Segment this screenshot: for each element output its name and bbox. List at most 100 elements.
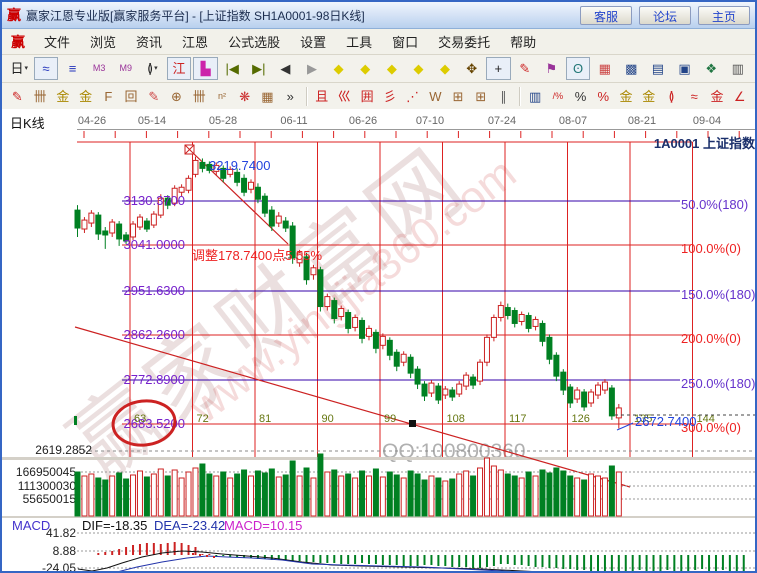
first-page-glyph: |◀ (225, 62, 238, 75)
angle-j-icon[interactable]: ∠ (729, 85, 750, 108)
print-icon[interactable]: ▥ (725, 57, 750, 80)
notes-icon[interactable]: ▤ (646, 57, 671, 80)
candle-body (436, 386, 441, 400)
next-page-icon[interactable]: ▶ (300, 57, 325, 80)
gann-fan-glyph: 巛 (338, 90, 351, 103)
volume-bar (394, 475, 399, 516)
wave-a-icon[interactable]: ≈ (684, 85, 705, 108)
gold-red-icon[interactable]: 金 (707, 85, 728, 108)
toolbar-main: 日▾≈≡M3M9≬▾江▙|◀▶|◀▶◆◆◆◆◆✥+✎⚑ʘ▦▩▤▣❖▥ (2, 55, 755, 83)
parallel-channel-icon[interactable]: ∥ (493, 85, 514, 108)
candle-style-icon[interactable]: ≬▾ (140, 57, 165, 80)
period-label: 日K线 (10, 116, 45, 131)
toolbar-drawing: ✎卌金金F回✎⊕卌n²❋▦»且巛囲彡⋰W⊞⊞∥▥/%%%金金≬≈金∠ (2, 83, 755, 111)
draw-pen-icon[interactable]: ✎ (513, 57, 538, 80)
red-pencil-icon[interactable]: ✎ (143, 85, 164, 108)
trend-indicator-icon[interactable]: ≈ (34, 57, 59, 80)
color-analysis-icon[interactable]: ▙ (193, 57, 218, 80)
kline-period-icon[interactable]: 日▾ (7, 57, 32, 80)
grid-comb-2-icon[interactable]: 卌 (189, 85, 210, 108)
measure-frame-icon[interactable]: 且 (311, 85, 332, 108)
volume-bar (360, 471, 365, 516)
first-page-icon[interactable]: |◀ (220, 57, 245, 80)
crosshair-tool-icon[interactable]: + (486, 57, 511, 80)
percent-slash-icon[interactable]: /% (547, 85, 568, 108)
percent-line-glyph: % (598, 90, 610, 103)
menu-item-9[interactable]: 帮助 (500, 32, 546, 51)
volume-bar (276, 477, 281, 516)
titlebar-button-service[interactable]: 客服 (580, 6, 632, 25)
menu-item-1[interactable]: 浏览 (80, 32, 126, 51)
menu-item-6[interactable]: 工具 (336, 32, 382, 51)
ma3-chart-icon[interactable]: M3 (87, 57, 112, 80)
gold-circle-icon[interactable]: 金 (616, 85, 637, 108)
diamond-expand-icon[interactable]: ◆ (433, 57, 458, 80)
more-tools-icon[interactable]: » (280, 85, 301, 108)
price-grid-2-icon[interactable]: ⊞ (470, 85, 491, 108)
candle-body (512, 311, 517, 324)
angle-set-icon[interactable]: ⋰ (402, 85, 423, 108)
calculator-icon[interactable]: ▩ (619, 57, 644, 80)
candle-body (589, 392, 594, 403)
menu-item-2[interactable]: 资讯 (126, 32, 172, 51)
draw-brush-icon[interactable]: ✎ (7, 85, 28, 108)
gold-grid-2-icon[interactable]: 金 (75, 85, 96, 108)
wave-tool-icon[interactable]: W (425, 85, 446, 108)
gann-marker-icon[interactable]: 江 (167, 57, 192, 80)
save-glyph: ▣ (678, 62, 690, 75)
volume-bar (422, 480, 427, 516)
candle-body (533, 319, 538, 326)
analysis-brain-icon[interactable]: ʘ (566, 57, 591, 80)
dropdown-arrow-icon[interactable]: ▾ (25, 65, 29, 72)
percent-icon[interactable]: % (570, 85, 591, 108)
gold-grid-1-icon[interactable]: 金 (52, 85, 73, 108)
menu-item-7[interactable]: 窗口 (382, 32, 428, 51)
candle-body (401, 354, 406, 362)
cycle-grid-icon[interactable]: 回 (121, 85, 142, 108)
gold-circle-glyph: 金 (620, 90, 633, 103)
grid-123-icon[interactable]: ▦ (257, 85, 278, 108)
fib-grid-icon[interactable]: F (98, 85, 119, 108)
gann-box-icon[interactable]: 囲 (357, 85, 378, 108)
diamond-compress-icon[interactable]: ◆ (406, 57, 431, 80)
dropdown-arrow-icon[interactable]: ▾ (154, 65, 158, 72)
percent-line-icon[interactable]: % (593, 85, 614, 108)
time-web-icon[interactable]: ❋ (234, 85, 255, 108)
diamond-right-icon[interactable]: ◆ (353, 57, 378, 80)
last-page-icon[interactable]: ▶| (246, 57, 271, 80)
grid-comb-icon[interactable]: 卌 (30, 85, 51, 108)
price-grid-1-icon[interactable]: ⊞ (448, 85, 469, 108)
diamond-updown-icon[interactable]: ◆ (380, 57, 405, 80)
volume-bar (505, 474, 510, 516)
quote-list-icon[interactable]: ≡ (60, 57, 85, 80)
candle-body (186, 178, 191, 190)
gold-level-icon[interactable]: 金 (638, 85, 659, 108)
titlebar-button-home[interactable]: 主页 (698, 6, 750, 25)
ray-fan-icon[interactable]: 彡 (380, 85, 401, 108)
indicator-panel-icon[interactable]: ▥ (525, 85, 546, 108)
flag-tool-icon[interactable]: ⚑ (539, 57, 564, 80)
save-web-icon[interactable]: ❖ (699, 57, 724, 80)
trendline-mid-handle[interactable] (409, 420, 416, 427)
adjustment-annotation: 调整178.7400点5.55% (192, 248, 323, 263)
candle-style-glyph: ≬ (147, 62, 153, 75)
menu-item-0[interactable]: 文件 (34, 32, 80, 51)
menu-item-8[interactable]: 交易委托 (428, 32, 500, 51)
menu-item-3[interactable]: 江恩 (172, 32, 218, 51)
n-square-icon[interactable]: n² (212, 85, 233, 108)
hand-tool-icon[interactable]: ✥ (459, 57, 484, 80)
menu-item-4[interactable]: 公式选股 (218, 32, 290, 51)
prev-page-icon[interactable]: ◀ (273, 57, 298, 80)
gann-wheel-icon[interactable]: ⊕ (166, 85, 187, 108)
volume-bar (415, 474, 420, 516)
titlebar-button-forum[interactable]: 论坛 (639, 6, 691, 25)
calendar-icon[interactable]: ▦ (592, 57, 617, 80)
candle-edit-icon[interactable]: ≬ (661, 85, 682, 108)
save-icon[interactable]: ▣ (672, 57, 697, 80)
bar-count-label: 108 (447, 413, 465, 425)
menu-item-5[interactable]: 设置 (290, 32, 336, 51)
diamond-left-icon[interactable]: ◆ (326, 57, 351, 80)
ma9-chart-icon[interactable]: M9 (113, 57, 138, 80)
kline-chart-svg: 赢家财富网www.yingjia360.comQQ:10080036004-26… (2, 109, 757, 573)
gann-fan-icon[interactable]: 巛 (334, 85, 355, 108)
